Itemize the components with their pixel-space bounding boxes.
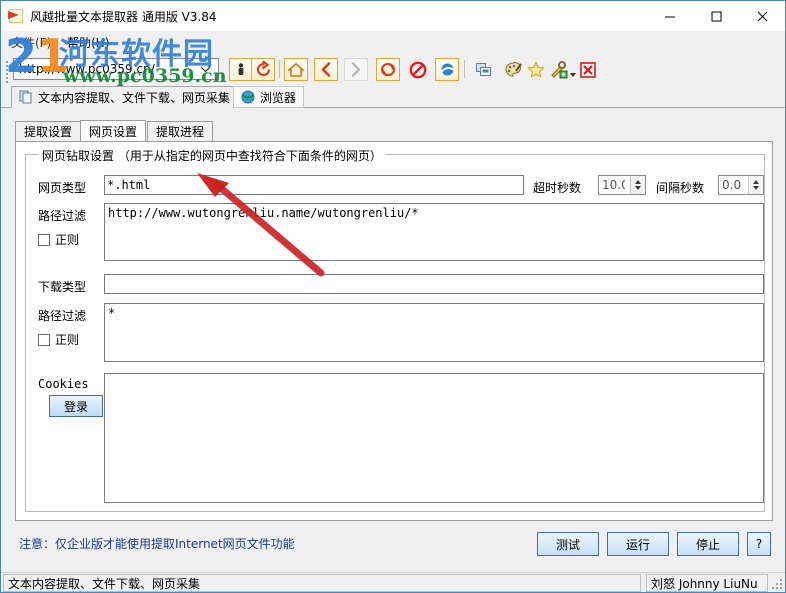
regex-label-1: 正则 xyxy=(55,233,80,247)
maximize-button[interactable] xyxy=(693,1,739,31)
address-input[interactable] xyxy=(17,60,195,78)
window-title: 风越批量文本提取器 通用版 V3.84 xyxy=(30,9,217,24)
go-person-icon xyxy=(229,58,253,81)
go-person-button[interactable] xyxy=(229,58,253,81)
groupbox-title: 网页钻取设置 （用于从指定的网页中查找符合下面条件的网页） xyxy=(38,147,386,164)
download-type-input[interactable] xyxy=(104,274,764,294)
delete-red-x-icon xyxy=(576,58,600,81)
reload-red-icon xyxy=(376,58,400,81)
add-tool-icon xyxy=(547,58,576,81)
test-button[interactable]: 测试 xyxy=(537,532,599,556)
help-button[interactable]: ? xyxy=(747,532,771,556)
regex-checkbox-2[interactable]: 正则 xyxy=(38,331,79,348)
regex-label-2: 正则 xyxy=(55,333,80,347)
toolbar xyxy=(1,55,785,85)
document-tab-strip: 文本内容提取、文件下载、网页采集 浏览器 xyxy=(1,86,785,108)
regex-checkbox-1[interactable]: 正则 xyxy=(38,231,79,248)
browser-ie-button[interactable] xyxy=(435,58,459,81)
palette-icon xyxy=(501,58,525,81)
save-page-icon xyxy=(471,58,495,81)
timeout-stepper[interactable] xyxy=(598,175,646,195)
application-window: 风越批量文本提取器 通用版 V3.84 文件(F) 帮助(H) http://w… xyxy=(0,0,786,593)
chevron-down-icon[interactable] xyxy=(195,59,215,79)
tab-extract-settings[interactable]: 提取设置 xyxy=(15,121,82,142)
timeout-input[interactable] xyxy=(599,177,627,193)
status-bar: 文本内容提取、文件下载、网页采集 刘怒 Johnny LiuNu xyxy=(1,572,785,592)
favorite-star-button[interactable] xyxy=(524,58,548,81)
save-page-button[interactable] xyxy=(471,58,495,81)
path-filter-label-1: 路径过滤 xyxy=(38,209,87,223)
cookies-textarea[interactable] xyxy=(104,373,764,503)
download-type-label: 下载类型 xyxy=(38,280,87,294)
page-type-label: 网页类型 xyxy=(38,181,87,195)
run-button[interactable]: 运行 xyxy=(607,532,669,556)
palette-button[interactable] xyxy=(501,58,525,81)
documents-icon xyxy=(19,90,33,104)
interval-spin-buttons[interactable] xyxy=(748,176,763,194)
globe-icon xyxy=(241,90,255,104)
menu-item-help[interactable]: 帮助(H) xyxy=(67,34,109,51)
window-controls xyxy=(647,1,785,31)
status-left-text: 文本内容提取、文件下载、网页采集 xyxy=(3,574,641,592)
doc-tab-extract-label: 文本内容提取、文件下载、网页采集 xyxy=(38,90,231,105)
doc-tab-browser[interactable]: 浏览器 xyxy=(233,86,305,108)
close-button[interactable] xyxy=(739,1,785,31)
menu-bar: 文件(F) 帮助(H) xyxy=(1,31,785,53)
path-filter-label-2: 路径过滤 xyxy=(38,309,87,323)
path-filter-textarea-1[interactable] xyxy=(104,203,764,261)
interval-label: 间隔秒数 xyxy=(656,181,705,195)
timeout-label: 超时秒数 xyxy=(533,181,582,195)
settings-tab-strip: 提取设置 网页设置 提取进程 xyxy=(15,120,773,142)
minimize-button[interactable] xyxy=(647,1,693,31)
timeout-spin-buttons[interactable] xyxy=(630,176,645,194)
checkbox-box-icon[interactable] xyxy=(38,333,50,346)
home-button[interactable] xyxy=(284,58,308,81)
delete-button[interactable] xyxy=(576,58,600,81)
tab-page-settings[interactable]: 网页设置 xyxy=(80,120,147,142)
cookies-label: Cookies xyxy=(38,377,89,391)
stop-button[interactable]: 停止 xyxy=(677,532,739,556)
interval-input[interactable] xyxy=(719,177,745,193)
forward-button[interactable] xyxy=(344,58,368,81)
add-tool-button[interactable] xyxy=(547,58,576,81)
forward-icon xyxy=(344,58,368,81)
tab-extract-progress[interactable]: 提取进程 xyxy=(147,121,214,142)
page-drill-groupbox: 网页钻取设置 （用于从指定的网页中查找符合下面条件的网页） 网页类型 超时秒数 … xyxy=(25,147,765,512)
browser-ie-icon xyxy=(435,58,459,81)
refresh-icon xyxy=(251,58,275,81)
doc-tab-browser-label: 浏览器 xyxy=(260,90,297,105)
enterprise-note: 注意：仅企业版才能使用提取Internet网页文件功能 xyxy=(19,537,295,551)
title-bar: 风越批量文本提取器 通用版 V3.84 xyxy=(1,1,785,31)
status-right-text: 刘怒 Johnny LiuNu xyxy=(646,574,768,592)
checkbox-box-icon[interactable] xyxy=(38,233,50,246)
flag-icon xyxy=(7,7,25,25)
interval-stepper[interactable] xyxy=(718,175,764,195)
path-filter-textarea-2[interactable] xyxy=(104,303,764,362)
refresh-button[interactable] xyxy=(251,58,275,81)
reload-red-button[interactable] xyxy=(376,58,400,81)
back-button[interactable] xyxy=(314,58,338,81)
address-combobox[interactable] xyxy=(13,58,219,80)
login-button[interactable]: 登录 xyxy=(49,395,103,417)
doc-tab-extract[interactable]: 文本内容提取、文件下载、网页采集 xyxy=(11,86,239,108)
resize-grip-icon[interactable] xyxy=(770,577,782,589)
stop-button-toolbar[interactable] xyxy=(406,58,430,81)
home-icon xyxy=(284,58,308,81)
toolbar-grip[interactable] xyxy=(5,59,10,83)
page-settings-panel: 网页钻取设置 （用于从指定的网页中查找符合下面条件的网页） 网页类型 超时秒数 … xyxy=(15,141,773,521)
favorite-star-icon xyxy=(524,58,548,81)
menu-item-file[interactable]: 文件(F) xyxy=(11,34,51,51)
stop-icon xyxy=(406,58,430,81)
back-icon xyxy=(314,58,338,81)
page-type-input[interactable] xyxy=(104,175,524,195)
